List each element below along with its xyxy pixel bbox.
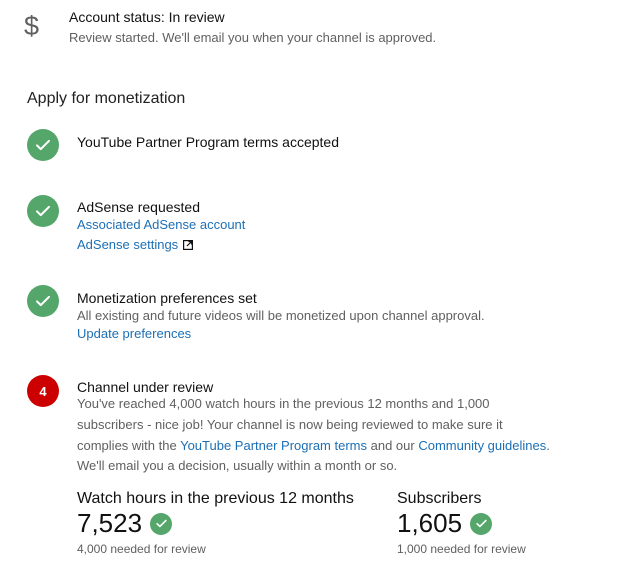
adsense-settings-link[interactable]: AdSense settings — [77, 237, 194, 252]
dollar-icon: $ — [24, 11, 40, 41]
subscribers-label: Subscribers — [397, 490, 482, 507]
external-link-icon — [183, 240, 194, 250]
line-3-middle: and our — [367, 438, 419, 453]
check-icon — [27, 129, 59, 161]
line-3-prefix: complies with the — [77, 438, 181, 453]
step-review-line-3: complies with the YouTube Partner Progra… — [77, 435, 550, 457]
account-status-title: Account status: In review — [69, 9, 225, 25]
subscribers-metric: 1,605 — [397, 508, 493, 539]
subscribers-value: 1,605 — [397, 508, 463, 538]
subscribers-requirement: 1,000 needed for review — [397, 542, 526, 556]
step-terms-title: YouTube Partner Program terms accepted — [77, 134, 339, 150]
check-icon — [27, 195, 59, 227]
step-review-line-2: subscribers - nice job! Your channel is … — [77, 417, 503, 432]
check-icon — [150, 512, 173, 535]
adsense-settings-label: AdSense settings — [77, 237, 179, 252]
associated-adsense-link[interactable]: Associated AdSense account — [77, 217, 245, 232]
watch-hours-label: Watch hours in the previous 12 months — [77, 490, 354, 507]
line-3-suffix: . — [546, 438, 550, 453]
update-preferences-link[interactable]: Update preferences — [77, 326, 191, 341]
step-preferences-title: Monetization preferences set — [77, 290, 257, 306]
step-review-line-4: We'll email you a decision, usually with… — [77, 458, 398, 473]
watch-hours-value: 7,523 — [77, 508, 143, 538]
check-icon — [470, 512, 493, 535]
watch-hours-metric: 7,523 — [77, 508, 173, 539]
watch-hours-requirement: 4,000 needed for review — [77, 542, 206, 556]
step-number-badge: 4 — [27, 375, 59, 407]
step-review-line-1: You've reached 4,000 watch hours in the … — [77, 396, 490, 411]
step-adsense-title: AdSense requested — [77, 199, 200, 215]
section-title: Apply for monetization — [27, 90, 186, 107]
account-status-subtitle: Review started. We'll email you when you… — [69, 30, 437, 45]
partner-program-terms-link[interactable]: YouTube Partner Program terms — [180, 438, 367, 453]
check-icon — [27, 285, 59, 317]
community-guidelines-link[interactable]: Community guidelines — [418, 438, 546, 453]
step-preferences-text: All existing and future videos will be m… — [77, 308, 485, 323]
